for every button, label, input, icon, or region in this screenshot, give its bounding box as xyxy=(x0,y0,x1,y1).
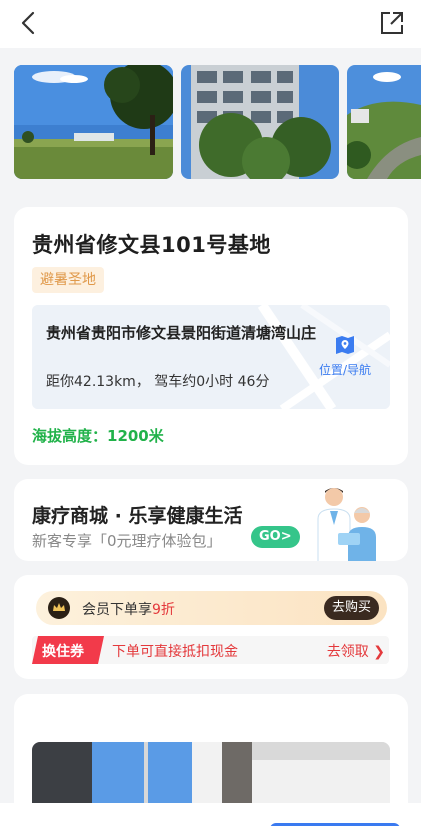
base-tag: 避暑圣地 xyxy=(32,267,104,293)
member-discount-text: 会员下单享9折 xyxy=(82,599,175,619)
member-prefix: 会员下单享 xyxy=(82,602,152,618)
base-info-card: 贵州省修文县101号基地 避暑圣地 贵州省贵阳市修文县景阳街道清塘湾山庄 距你4… xyxy=(14,207,408,465)
coupon-badge-label: 换住券 xyxy=(42,644,84,660)
coupon-bar[interactable]: 换住券 下单可直接抵扣现金 去领取 ❯ xyxy=(32,636,389,664)
bottom-action-bar xyxy=(0,803,421,826)
coupon-description: 下单可直接抵扣现金 xyxy=(112,644,238,660)
claim-coupon-link[interactable]: 去领取 ❯ xyxy=(327,641,385,661)
member-discount-bar[interactable]: 会员下单享9折 去购买 xyxy=(36,591,387,625)
navigation-button[interactable]: 位置/导航 xyxy=(314,335,376,378)
navigation-label: 位置/导航 xyxy=(318,363,372,377)
share-export-icon[interactable] xyxy=(379,10,405,36)
distance-text: 距你42.13km， 驾车约0小时 46分 xyxy=(46,374,270,390)
member-discount-value: 9折 xyxy=(152,602,175,618)
promo-card: 会员下单享9折 去购买 换住券 下单可直接抵扣现金 去领取 ❯ xyxy=(14,575,408,679)
doctor-illustration xyxy=(317,488,376,561)
health-mall-banner[interactable]: 康疗商城 · 乐享健康生活 新客专享「0元理疗体验包」 GO> xyxy=(14,479,408,561)
top-bar xyxy=(0,0,421,48)
gallery-photo-hillside[interactable] xyxy=(347,65,421,179)
crown-icon xyxy=(48,597,70,619)
buy-button[interactable]: 去购买 xyxy=(323,596,379,620)
base-title: 贵州省修文县101号基地 xyxy=(32,233,271,257)
claim-label: 去领取 xyxy=(326,644,369,660)
chevron-left-icon[interactable] xyxy=(14,8,44,38)
address-box[interactable]: 贵州省贵阳市修文县景阳街道清塘湾山庄 距你42.13km， 驾车约0小时 46分… xyxy=(32,305,390,409)
mall-title: 康疗商城 · 乐享健康生活 xyxy=(32,505,243,527)
gallery-photo-field[interactable] xyxy=(14,65,173,179)
gallery-photo-building[interactable] xyxy=(181,65,339,179)
altitude-text: 海拔高度：1200米 xyxy=(32,427,164,445)
address-text: 贵州省贵阳市修文县景阳街道清塘湾山庄 xyxy=(46,324,317,342)
chevron-right-icon: ❯ xyxy=(373,644,385,660)
photo-gallery[interactable] xyxy=(14,65,421,181)
go-button[interactable]: GO> xyxy=(251,526,300,548)
mall-subtitle: 新客专享「0元理疗体验包」 xyxy=(32,532,222,550)
location-pin-icon xyxy=(336,336,354,354)
